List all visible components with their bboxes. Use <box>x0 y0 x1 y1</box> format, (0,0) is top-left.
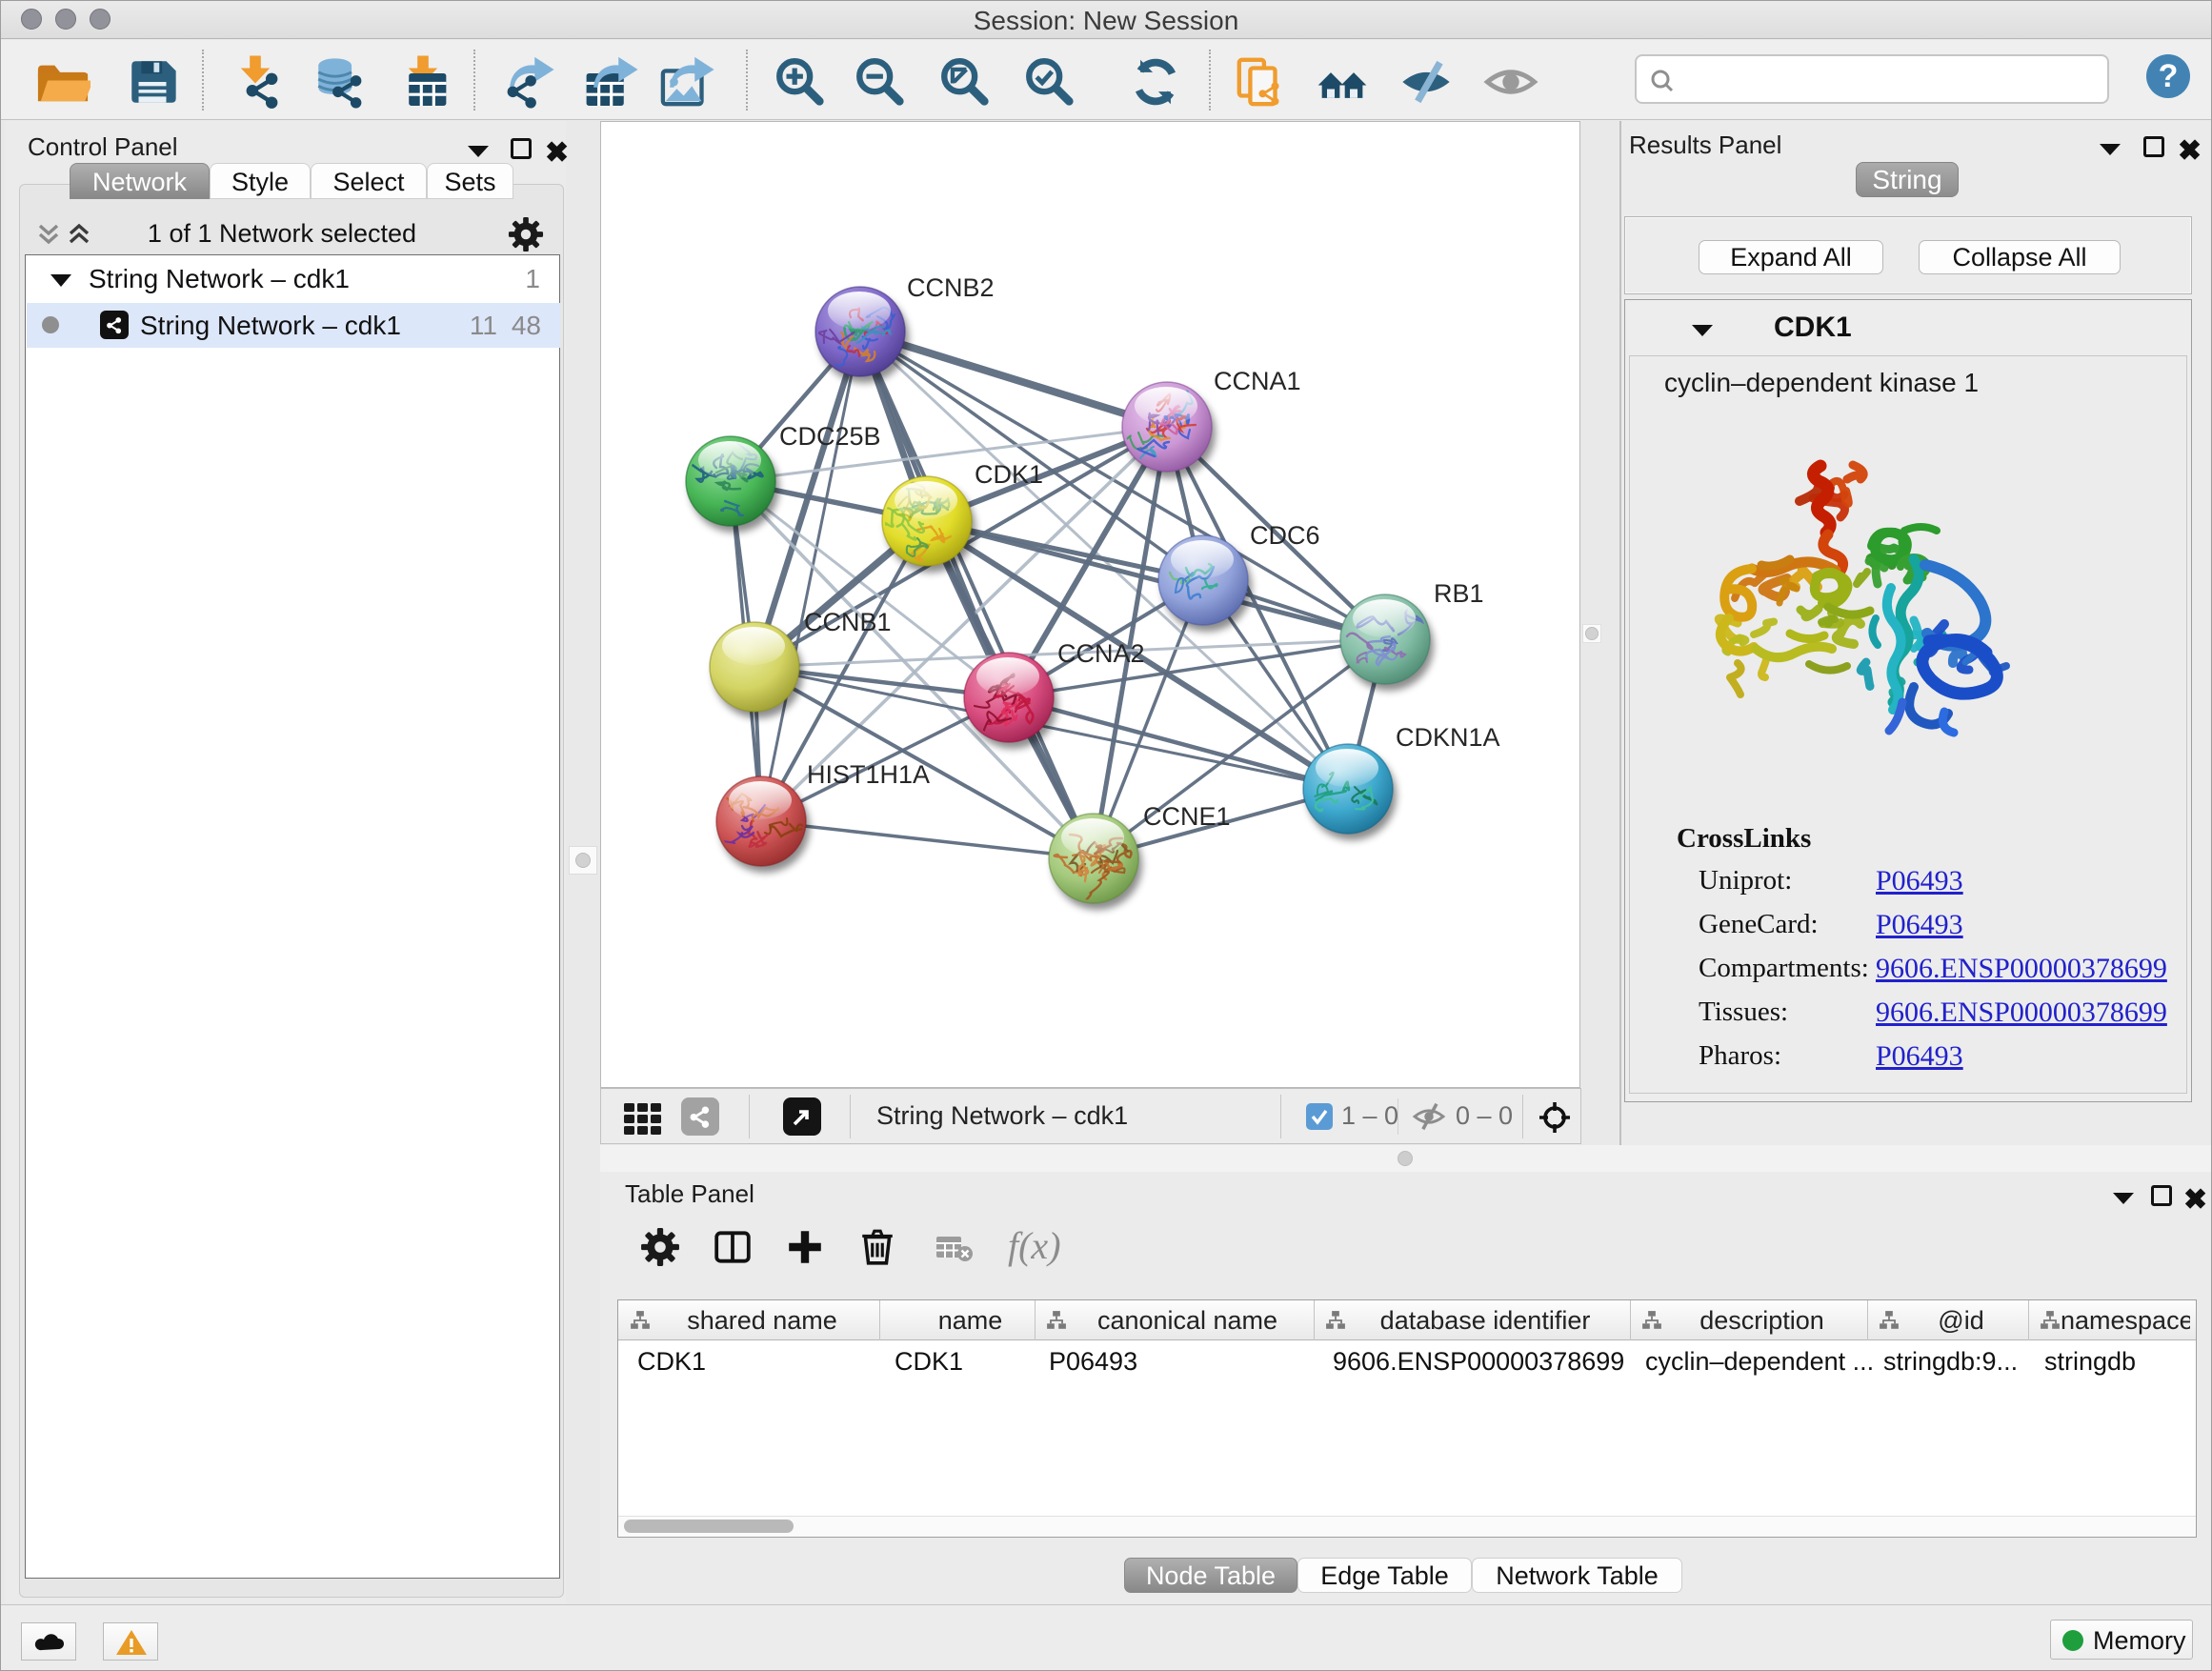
svg-text:HIST1H1A: HIST1H1A <box>807 760 930 789</box>
svg-text:CDK1: CDK1 <box>975 460 1043 489</box>
svg-text:CDKN1A: CDKN1A <box>1396 723 1500 752</box>
svg-text:CCNA1: CCNA1 <box>1214 367 1301 395</box>
svg-text:RB1: RB1 <box>1434 579 1484 608</box>
svg-text:CCNE1: CCNE1 <box>1143 802 1231 831</box>
svg-text:CDC6: CDC6 <box>1250 521 1320 550</box>
svg-text:CCNB1: CCNB1 <box>804 608 892 636</box>
svg-text:CCNB2: CCNB2 <box>907 273 995 302</box>
svg-text:CDC25B: CDC25B <box>779 422 881 451</box>
svg-text:CCNA2: CCNA2 <box>1057 639 1145 668</box>
